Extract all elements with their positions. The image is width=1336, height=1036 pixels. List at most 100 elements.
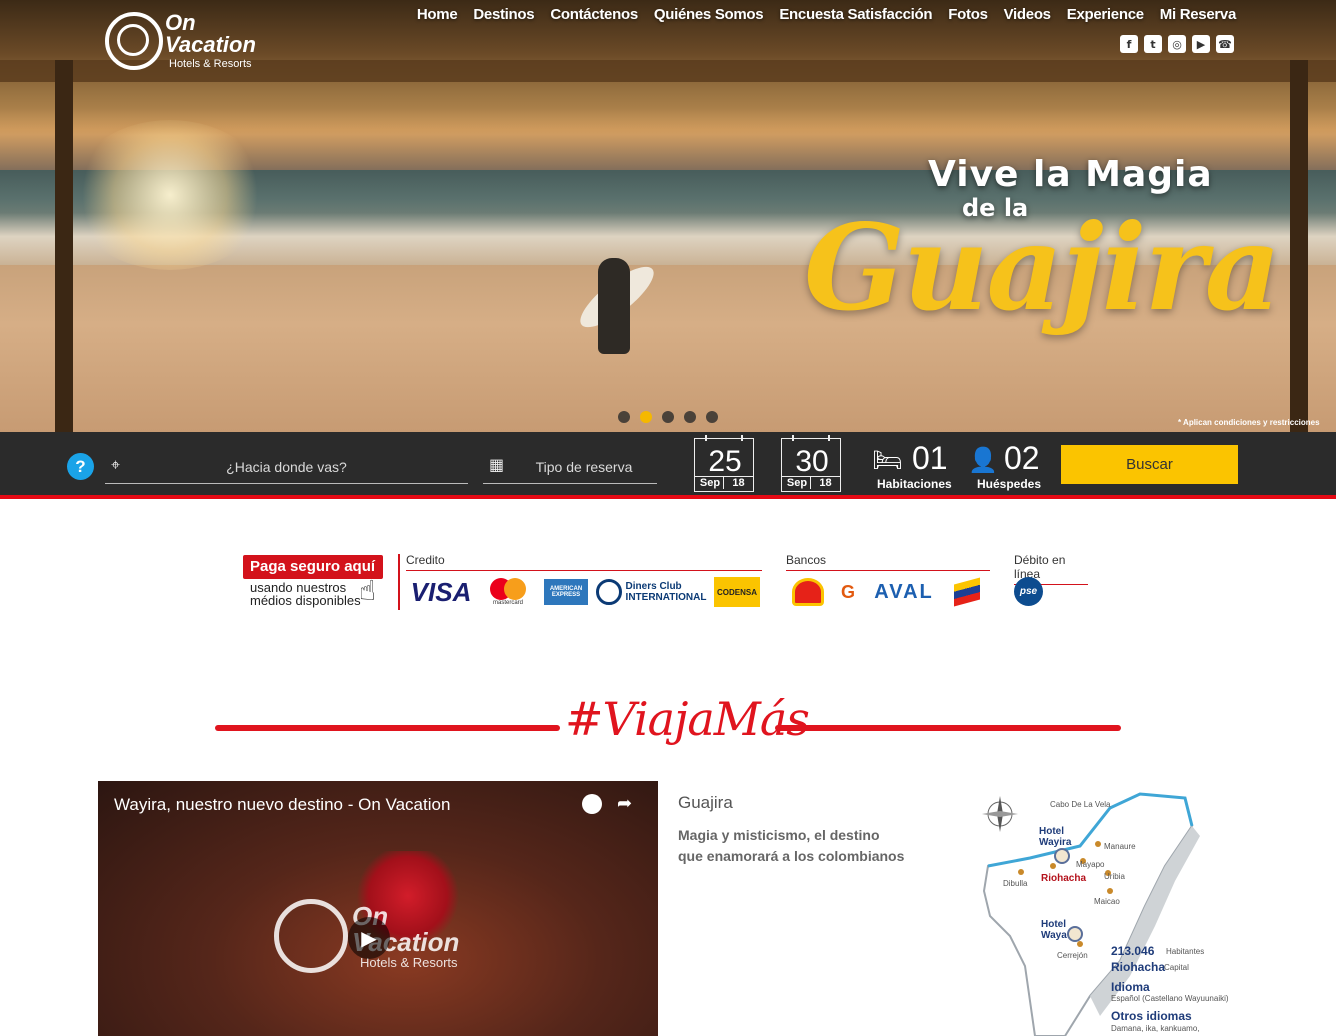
slider-dot[interactable] [684,411,696,423]
slider-dot[interactable] [618,411,630,423]
phone-icon[interactable]: ☎ [1216,35,1234,53]
diners-logo: Diners Club INTERNATIONAL [595,577,706,607]
destination-input[interactable]: ⌖ ¿Hacia donde vas? [105,452,468,484]
destination-placeholder: ¿Hacia donde vas? [226,459,347,475]
visa-logo: VISA [410,576,472,607]
twitter-icon[interactable]: t [1144,35,1162,53]
map-capital-label: Capital [1164,963,1189,972]
slider-dots [618,411,718,423]
logo-tagline: Hotels & Resorts [169,58,252,70]
rooms-count: 01 [912,440,948,476]
payment-methods: Paga seguro aquí usando nuestros médios … [243,552,1103,616]
hero-headline-line1: Vive la Magia [928,154,1213,195]
checkin-date[interactable]: 25 Sep 18 [694,435,754,492]
nav-encuesta[interactable]: Encuesta Satisfacción [779,6,932,23]
map-language-title: Idioma [1111,980,1150,994]
video-logo-ring-icon [274,899,348,973]
hero-post-left [55,60,73,432]
guests-count: 02 [1004,440,1040,476]
payment-divider [398,554,400,610]
social-links: f t ◎ ▶ ☎ [1120,35,1234,53]
slider-dot[interactable] [662,411,674,423]
checkin-month: Sep [695,476,725,489]
map-place-mayapo: Mayapo [1076,860,1105,869]
pse-logo: pse [1014,577,1043,606]
section-title: #ViajaMás [565,692,810,746]
hero-headline-line2: de la [962,194,1029,222]
grupo-aval-logo: AVAL [874,580,934,603]
hand-pointer-icon: ☝ [359,574,377,607]
map-population-label: Habitantes [1166,947,1205,956]
calendar-rings-icon [792,435,830,441]
map-place-cerrejon: Cerrejón [1057,951,1088,960]
search-button[interactable]: Buscar [1061,445,1238,484]
mastercard-label: mastercard [492,600,523,606]
amex-logo: AMERICAN EXPRESS [544,579,588,605]
brush-stroke-right [775,725,1121,731]
checkin-day: 25 [708,445,742,478]
nav-home[interactable]: Home [417,6,458,23]
play-icon[interactable]: ▶ [348,917,390,959]
facebook-icon[interactable]: f [1120,35,1138,53]
checkout-day: 30 [795,445,829,478]
slider-dot[interactable] [640,411,652,423]
map-hotel-waya: Hotel Waya [1041,919,1067,941]
bed-icon: 🛏 [872,446,903,474]
codensa-logo: CODENSA [714,577,760,607]
hero-disclaimer: * Aplican condiciones y restricciones [1178,418,1320,427]
brush-stroke-left [215,725,560,731]
share-icon[interactable]: ➦ [617,793,632,814]
nav-destinos[interactable]: Destinos [473,6,534,23]
bank-caja-social-logo [790,577,826,607]
rooms-label: Habitaciones [877,477,952,491]
checkin-year: 18 [723,476,753,489]
destination-title: Guajira [678,793,733,812]
map-population: 213.046 [1111,944,1155,958]
nav-videos[interactable]: Videos [1004,6,1051,23]
map-city-riohacha: Riohacha [1041,873,1087,884]
secure-pay-subtitle: usando nuestros médios disponibles [250,580,361,608]
help-icon[interactable]: ? [67,453,94,480]
compass-icon [982,796,1018,832]
map-place-dibulla: Dibulla [1003,879,1028,888]
map-place-cabo: Cabo De La Vela [1050,800,1111,809]
hero-headline-line3: Guajira [804,198,1281,337]
main-nav: Home Destinos Contáctenos Quiénes Somos … [417,6,1236,23]
guajira-map: Cabo De La Vela Manaure Mayapo Uribia Ma… [970,786,1250,1036]
reservation-type-select[interactable]: ▦ Tipo de reserva [483,452,657,484]
hero-headline: Vive la Magia Guajira de la [800,150,1281,360]
guests-label: Huéspedes [977,477,1042,491]
credit-title: Credito [406,553,762,571]
user-icon: 👤 [968,446,998,474]
map-other-languages-title: Otros idiomas [1111,1009,1192,1023]
map-other-languages: Damana, ika, kankuamo, [1111,1024,1200,1033]
video-title[interactable]: Wayira, nuestro nuevo destino - On Vacat… [114,795,450,815]
hero-post-right [1290,60,1308,432]
nav-contactenos[interactable]: Contáctenos [550,6,638,23]
watch-later-icon[interactable] [582,794,602,814]
map-hotel-wayira: Hotel Wayira [1039,826,1072,848]
section-viaja-mas: #ViajaMás [215,690,1121,770]
destination-description: Magia y misticismo, el destino que enamo… [678,827,905,864]
nav-mi-reserva[interactable]: Mi Reserva [1160,6,1237,23]
instagram-icon[interactable]: ◎ [1168,35,1186,53]
map-place-uribia: Uribia [1104,872,1125,881]
checkout-date[interactable]: 30 Sep 18 [781,435,841,492]
logo[interactable]: On Vacation Hotels & Resorts [105,8,270,78]
slider-dot[interactable] [706,411,718,423]
surfer-image [598,258,630,354]
video-player[interactable]: Wayira, nuestro nuevo destino - On Vacat… [98,781,658,1036]
map-language: Español (Castellano Wayuunaiki) [1111,994,1229,1003]
search-bar-accent [0,495,1336,499]
map-place-manaure: Manaure [1104,842,1136,851]
nav-quienes-somos[interactable]: Quiénes Somos [654,6,764,23]
hero-sun [70,120,270,270]
youtube-icon[interactable]: ▶ [1192,35,1210,53]
nav-fotos[interactable]: Fotos [948,6,988,23]
logo-name: On Vacation [165,10,256,57]
logo-swirl-inner-icon [117,24,149,56]
map-capital: Riohacha [1111,960,1166,974]
nav-experience[interactable]: Experience [1067,6,1144,23]
banks-title: Bancos [786,553,990,571]
mastercard-logo: mastercard [486,577,530,607]
